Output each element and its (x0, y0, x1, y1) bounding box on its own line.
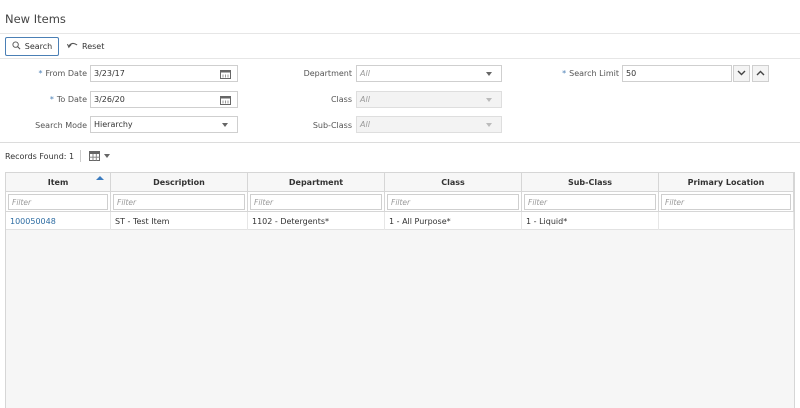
sub-class-select: All (356, 116, 502, 133)
cell-description: ST - Test Item (111, 212, 248, 230)
class-select: All (356, 91, 502, 108)
search-mode-select[interactable]: Hierarchy (90, 116, 238, 133)
grid-view-icon[interactable] (89, 151, 111, 161)
section-divider (0, 142, 800, 143)
column-header-item[interactable]: Item (6, 173, 111, 192)
from-date-field[interactable]: 3/23/17 (90, 65, 238, 82)
separator (80, 150, 82, 162)
chevron-down-icon (483, 68, 495, 80)
cell-item-link[interactable]: 100050048 (6, 212, 111, 230)
chevron-down-icon (219, 119, 231, 131)
calendar-icon[interactable] (219, 68, 231, 80)
results-table: Item Description Department Class Sub-Cl… (5, 172, 795, 408)
department-select[interactable]: All (356, 65, 502, 82)
table-row[interactable]: 100050048 ST - Test Item 1102 - Detergen… (6, 212, 794, 230)
column-header-description[interactable]: Description (111, 173, 248, 192)
cell-department: 1102 - Detergents* (248, 212, 385, 230)
table-empty-area (6, 231, 794, 408)
department-label: Department (303, 69, 352, 78)
chevron-up-icon (756, 69, 765, 78)
chevron-down-icon (483, 119, 495, 131)
filter-item-input[interactable]: Filter (8, 194, 108, 210)
column-header-sub-class[interactable]: Sub-Class (522, 173, 659, 192)
chevron-down-icon (737, 69, 746, 78)
cell-primary-location (659, 212, 794, 230)
toolbar-divider (0, 58, 800, 59)
reset-button-label: Reset (82, 41, 105, 51)
filter-row: Filter Filter Filter Filter Filter Filte… (6, 192, 794, 212)
chevron-down-icon (104, 154, 111, 158)
from-date-label: * From Date (38, 69, 87, 78)
filter-department-input[interactable]: Filter (250, 194, 382, 210)
cell-class: 1 - All Purpose* (385, 212, 522, 230)
table-header: Item Description Department Class Sub-Cl… (6, 173, 794, 192)
reset-button[interactable]: Reset (66, 37, 105, 56)
search-button-label: Search (24, 41, 53, 51)
filter-primary-location-input[interactable]: Filter (661, 194, 791, 210)
filter-class-input[interactable]: Filter (387, 194, 519, 210)
search-icon (12, 40, 21, 52)
filter-sub-class-input[interactable]: Filter (524, 194, 656, 210)
calendar-icon[interactable] (219, 94, 231, 106)
column-header-primary-location[interactable]: Primary Location (659, 173, 794, 192)
to-date-field[interactable]: 3/26/20 (90, 91, 238, 108)
column-header-class[interactable]: Class (385, 173, 522, 192)
class-label: Class (330, 95, 352, 104)
title-divider (0, 33, 800, 34)
column-header-department[interactable]: Department (248, 173, 385, 192)
search-mode-label: Search Mode (35, 121, 87, 130)
search-button[interactable]: Search (5, 36, 59, 56)
sub-class-label: Sub-Class (312, 121, 352, 130)
filter-description-input[interactable]: Filter (113, 194, 245, 210)
search-limit-label: * Search Limit (562, 69, 619, 78)
chevron-down-icon (483, 94, 495, 106)
records-bar: Records Found: 1 (5, 150, 111, 162)
sort-ascending-icon (96, 176, 104, 180)
increment-button[interactable] (752, 65, 769, 82)
reset-icon (66, 41, 78, 51)
to-date-label: * To Date (49, 95, 87, 104)
toolbar: Search Reset (5, 36, 104, 56)
page-title: New Items (5, 12, 66, 26)
records-found: Records Found: 1 (5, 151, 75, 161)
cell-sub-class: 1 - Liquid* (522, 212, 659, 230)
search-limit-input[interactable]: 50 (622, 65, 732, 82)
decrement-button[interactable] (733, 65, 750, 82)
